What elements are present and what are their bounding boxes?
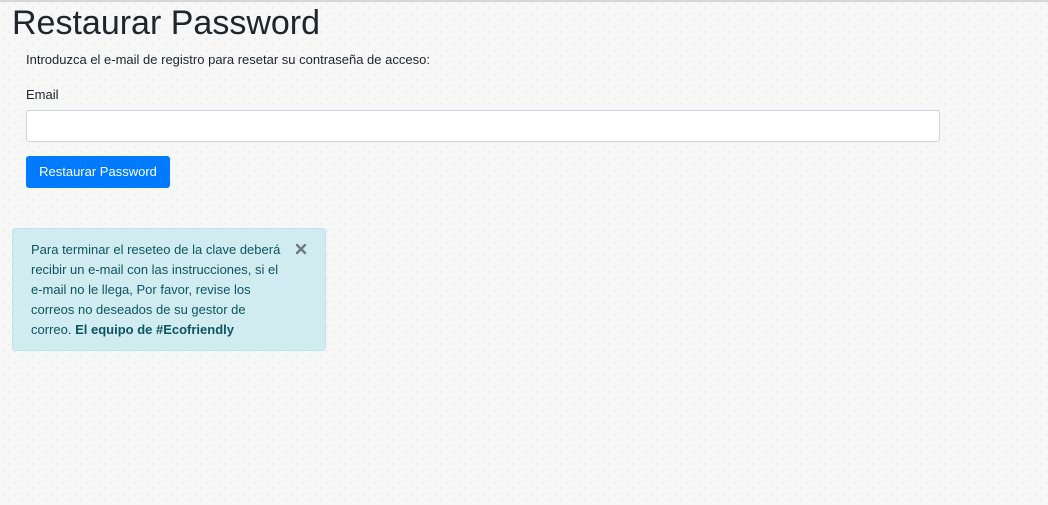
email-field[interactable]: [26, 110, 940, 142]
intro-text: Introduzca el e-mail de registro para re…: [26, 52, 430, 67]
alert-signature: El equipo de #Ecofriendly: [75, 322, 234, 337]
email-label: Email: [26, 87, 59, 102]
top-divider: [0, 0, 1048, 2]
info-alert: Para terminar el reseteo de la clave deb…: [12, 228, 326, 351]
page-title: Restaurar Password: [12, 4, 321, 42]
close-icon[interactable]: [294, 241, 308, 257]
restore-password-button[interactable]: Restaurar Password: [26, 156, 170, 188]
